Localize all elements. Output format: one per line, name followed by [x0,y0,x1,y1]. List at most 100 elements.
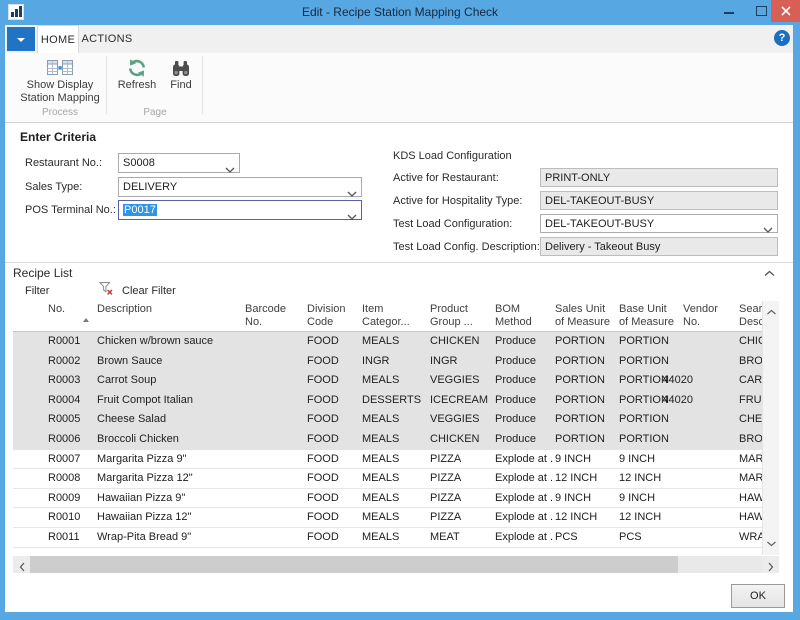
pos-terminal-no-dropdown[interactable]: P0017 [118,200,362,220]
button-label: Find [163,79,199,92]
table-cell: FOOD [305,450,360,469]
table-cell: FRUIT [737,391,762,411]
minimize-button[interactable] [714,0,744,22]
test-load-configuration-dropdown[interactable]: DEL-TAKEOUT-BUSY [540,214,778,233]
table-cell: HAWA [737,489,762,508]
table-cell: HAWA [737,508,762,527]
table-cell [243,508,305,527]
table-cell [681,508,737,527]
table-cell [681,450,737,469]
scroll-left-icon[interactable] [13,556,30,573]
table-cell: CHEES [737,410,762,430]
table-cell: CHICKEN [428,332,493,352]
table-cell: Explode at ... [493,489,553,508]
column-header[interactable]: Base Unit of Measure [617,301,681,331]
column-header[interactable]: Description [95,301,243,331]
table-cell: CARRO [737,371,762,391]
column-header[interactable]: Barcode No. [243,301,305,331]
clear-filter-button[interactable]: Clear Filter [122,283,176,299]
help-icon[interactable]: ? [774,30,790,46]
find-icon [163,57,199,79]
scroll-up-icon[interactable] [766,306,777,318]
table-cell [681,410,737,430]
window-border-bottom [0,612,800,620]
close-button[interactable] [771,0,800,22]
table-cell: Fruit Compot Italian [95,391,243,411]
app-menu-button[interactable] [7,27,35,51]
table-cell: Produce [493,391,553,411]
find-button[interactable]: Find [163,57,199,92]
table-cell [243,371,305,391]
horizontal-scrollbar[interactable] [13,556,779,573]
column-header[interactable]: Division Code [305,301,360,331]
table-cell: MEALS [360,489,428,508]
tab-actions[interactable]: ACTIONS [79,25,135,53]
table-cell: R0005 [13,410,95,430]
table-row[interactable]: R0011Wrap-Pita Bread 9"FOODMEALSMEATExpl… [13,528,762,548]
table-row[interactable]: R0001Chicken w/brown sauceFOODMEALSCHICK… [13,332,762,352]
table-row[interactable]: R0010Hawaiian Pizza 12"FOODMEALSPIZZAExp… [13,508,762,528]
table-cell: CHICK [737,332,762,352]
table-cell: 9 INCH [553,489,617,508]
table-cell: Wrap-Pita Bread 9" [95,528,243,547]
window-title: Edit - Recipe Station Mapping Check [0,0,800,25]
table-cell: FOOD [305,469,360,488]
column-header[interactable]: Search Descri [737,301,762,331]
sales-type-dropdown[interactable]: DELIVERY [118,177,362,197]
column-header[interactable]: Product Group ... [428,301,493,331]
table-cell: PORTION [617,430,681,450]
table-cell: Explode at ... [493,528,553,547]
column-header[interactable]: Sales Unit of Measure [553,301,617,331]
restaurant-no-value: S0008 [123,157,155,169]
table-cell: MARG [737,450,762,469]
table-row[interactable]: R0004Fruit Compot ItalianFOODDESSERTSICE… [13,391,762,411]
table-cell: 44020 [681,371,737,391]
table-row[interactable]: R0002Brown SauceFOODINGRINGRProducePORTI… [13,352,762,372]
test-load-config-description-field: Delivery - Takeout Busy [540,237,778,256]
table-cell: 12 INCH [553,508,617,527]
table-row[interactable]: R0006Broccoli ChickenFOODMEALSCHICKENPro… [13,430,762,450]
table-row[interactable]: R0005Cheese SaladFOODMEALSVEGGIESProduce… [13,410,762,430]
table-cell: R0003 [13,371,95,391]
table-row[interactable]: R0009Hawaiian Pizza 9"FOODMEALSPIZZAExpl… [13,489,762,509]
table-row[interactable]: R0007Margarita Pizza 9"FOODMEALSPIZZAExp… [13,450,762,470]
clear-filter-icon [99,281,114,299]
table-cell: FOOD [305,489,360,508]
vertical-scrollbar[interactable] [762,301,779,555]
scroll-right-icon[interactable] [762,556,779,573]
scrollbar-thumb[interactable] [30,556,678,573]
column-header[interactable]: No. [13,301,95,331]
tab-home[interactable]: HOME [37,25,79,53]
ok-button[interactable]: OK [731,584,785,608]
table-cell: FOOD [305,508,360,527]
table-row[interactable]: R0008Margarita Pizza 12"FOODMEALSPIZZAEx… [13,469,762,489]
table-cell: Produce [493,430,553,450]
table-cell: 44020 [681,391,737,411]
column-header[interactable]: BOM Method [493,301,553,331]
title-bar: Edit - Recipe Station Mapping Check [0,0,800,25]
pos-terminal-no-label: POS Terminal No.: [25,200,116,220]
table-cell: PORTION [553,352,617,372]
restaurant-no-dropdown[interactable]: S0008 [118,153,240,173]
table-cell: Broccoli Chicken [95,430,243,450]
table-cell: 9 INCH [617,489,681,508]
table-cell: DESSERTS [360,391,428,411]
recipe-list-title: Recipe List [13,266,72,280]
table-cell [243,410,305,430]
active-for-hospitality-type-label: Active for Hospitality Type: [393,191,522,211]
table-cell: PORTION [553,430,617,450]
column-header[interactable]: Item Categor... [360,301,428,331]
filter-label[interactable]: Filter [25,283,49,299]
scroll-down-icon[interactable] [766,538,777,550]
chevron-down-icon [17,38,25,42]
active-for-hospitality-type-field: DEL-TAKEOUT-BUSY [540,191,778,210]
show-display-station-mapping-button[interactable]: Show Display Station Mapping [15,57,105,105]
table-cell: 9 INCH [617,450,681,469]
collapse-section-icon[interactable] [764,268,776,278]
table-row[interactable]: R0003Carrot SoupFOODMEALSVEGGIESProduceP… [13,371,762,391]
table-cell: PIZZA [428,450,493,469]
refresh-button[interactable]: Refresh [110,57,164,92]
table-cell: MEALS [360,332,428,352]
test-load-configuration-value: DEL-TAKEOUT-BUSY [545,218,654,230]
column-header[interactable]: Vendor No. [681,301,737,331]
